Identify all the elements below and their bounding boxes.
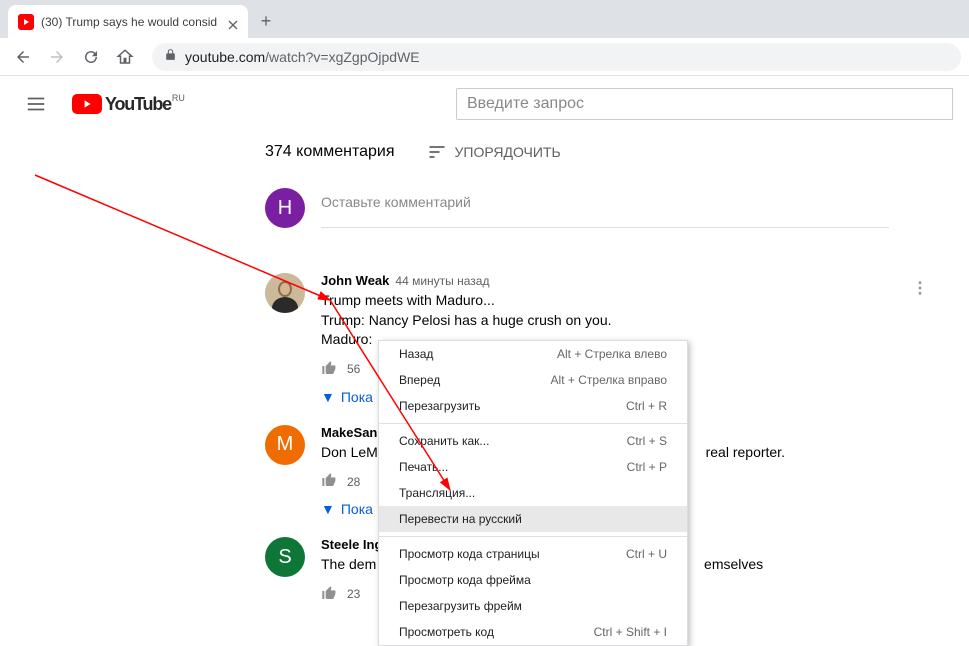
comment-author[interactable]: Steele Ing [321,537,382,552]
youtube-header: YouTube RU [0,76,969,132]
youtube-logo-icon [72,94,102,114]
chevron-down-icon: ▼ [321,389,335,405]
search-input[interactable] [456,88,953,120]
youtube-favicon [18,14,34,30]
close-tab-icon[interactable] [228,17,238,27]
like-count: 23 [347,587,360,601]
menu-item-inspect[interactable]: Просмотреть кодCtrl + Shift + I [379,619,687,645]
search-container [456,88,953,120]
user-avatar[interactable]: Н [265,188,305,228]
reload-button[interactable] [76,42,106,72]
comment-menu-button[interactable] [911,279,929,302]
add-comment-row: Н Оставьте комментарий [265,188,969,228]
menu-item-reload-frame[interactable]: Перезагрузить фрейм [379,593,687,619]
like-button[interactable] [321,585,337,604]
home-button[interactable] [110,42,140,72]
comment-author[interactable]: MakeSan [321,425,377,440]
add-comment-input[interactable]: Оставьте комментарий [321,188,889,228]
sort-icon [427,142,447,162]
menu-item-view-page-source[interactable]: Просмотр кода страницыCtrl + U [379,541,687,567]
menu-divider [379,423,687,424]
menu-item-back[interactable]: НазадAlt + Стрелка влево [379,341,687,367]
address-bar[interactable]: youtube.com/watch?v=xgZgpOjpdWE [152,43,961,71]
sort-button[interactable]: УПОРЯДОЧИТЬ [427,142,561,162]
browser-toolbar: youtube.com/watch?v=xgZgpOjpdWE [0,38,969,76]
commenter-avatar[interactable]: M [265,425,305,465]
browser-tab-strip: (30) Trump says he would consid + [0,0,969,38]
menu-item-translate[interactable]: Перевести на русский [379,506,687,532]
like-button[interactable] [321,360,337,379]
like-button[interactable] [321,472,337,491]
menu-item-print[interactable]: Печать...Ctrl + P [379,454,687,480]
comment-author[interactable]: John Weak [321,273,389,288]
chevron-down-icon: ▼ [321,501,335,517]
url-text: youtube.com/watch?v=xgZgpOjpdWE [185,49,420,65]
youtube-logo[interactable]: YouTube RU [72,94,171,115]
comments-count: 374 комментария [265,143,395,161]
tab-title: (30) Trump says he would consid [41,15,221,29]
menu-item-view-frame-source[interactable]: Просмотр кода фрейма [379,567,687,593]
commenter-avatar[interactable] [265,273,305,313]
sort-label: УПОРЯДОЧИТЬ [455,144,561,160]
lock-icon [164,48,177,66]
back-button[interactable] [8,42,38,72]
comments-header: 374 комментария УПОРЯДОЧИТЬ [265,142,969,162]
like-count: 28 [347,475,360,489]
forward-button[interactable] [42,42,72,72]
new-tab-button[interactable]: + [252,7,280,35]
menu-item-forward[interactable]: ВпередAlt + Стрелка вправо [379,367,687,393]
menu-item-reload[interactable]: ПерезагрузитьCtrl + R [379,393,687,419]
menu-item-save-as[interactable]: Сохранить как...Ctrl + S [379,428,687,454]
menu-item-cast[interactable]: Трансляция... [379,480,687,506]
youtube-logo-text: YouTube [105,94,171,115]
browser-tab[interactable]: (30) Trump says he would consid [8,5,248,38]
context-menu: НазадAlt + Стрелка влево ВпередAlt + Стр… [378,340,688,646]
commenter-avatar[interactable]: S [265,537,305,577]
hamburger-menu-button[interactable] [16,84,56,124]
comment-time[interactable]: 44 минуты назад [395,274,489,288]
menu-divider [379,536,687,537]
country-code: RU [172,93,185,103]
like-count: 56 [347,362,360,376]
